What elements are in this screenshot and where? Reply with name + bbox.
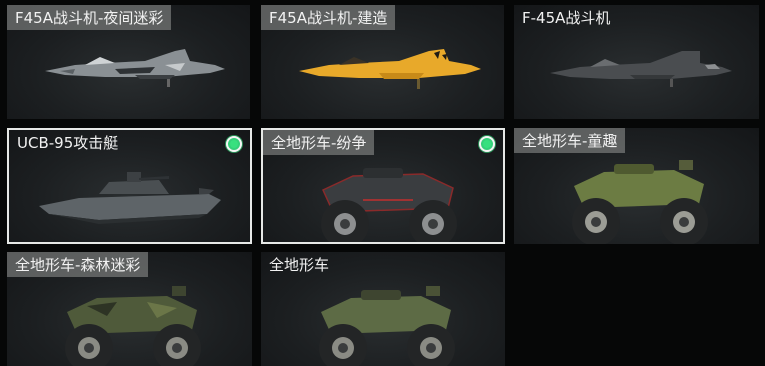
- vehicle-card-atv[interactable]: 全地形车: [261, 252, 505, 366]
- vehicle-card-jet[interactable]: F-45A战斗机: [514, 5, 759, 119]
- vehicle-card-jet-construction[interactable]: F45A战斗机-建造: [261, 5, 504, 119]
- attack-boat-icon: [39, 172, 221, 224]
- jet-construction-icon: [299, 49, 481, 89]
- atv-forest-camo-icon: [65, 286, 201, 366]
- atv-strife-icon: [321, 168, 457, 242]
- atv-icon: [319, 286, 455, 366]
- vehicle-card-jet-night-camo[interactable]: F45A战斗机-夜间迷彩: [7, 5, 250, 119]
- atv-childlike-icon: [572, 160, 708, 244]
- vehicle-card-atv-strife[interactable]: 全地形车-纷争: [261, 128, 505, 244]
- vehicle-card-atv-forest-camo[interactable]: 全地形车-森林迷彩: [7, 252, 252, 366]
- jet-night-camo-icon: [45, 49, 225, 87]
- jet-icon: [550, 51, 732, 87]
- vehicle-card-atv-childlike[interactable]: 全地形车-童趣: [514, 128, 759, 244]
- vehicle-card-attack-boat[interactable]: UCB-95攻击艇: [7, 128, 252, 244]
